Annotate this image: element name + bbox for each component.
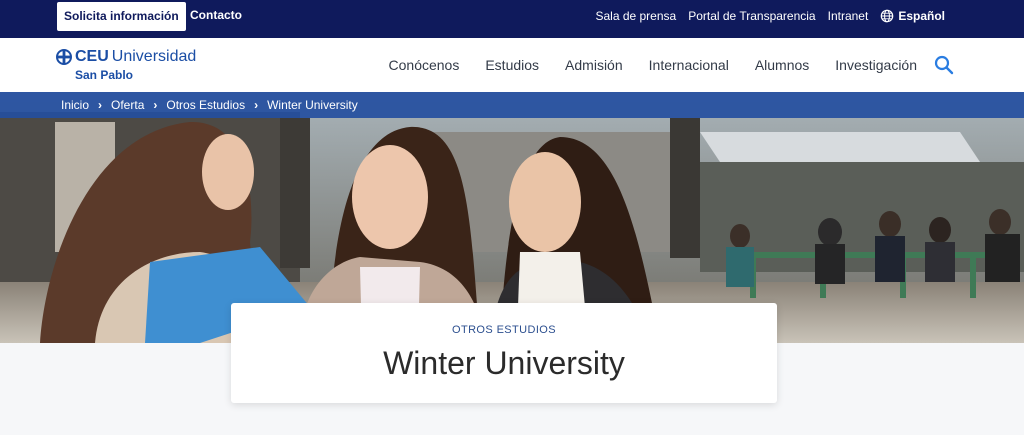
language-selector[interactable]: Español — [880, 9, 945, 23]
ceu-emblem-icon — [56, 49, 72, 65]
chevron-right-icon: › — [98, 98, 103, 112]
chevron-right-icon: › — [153, 98, 158, 112]
breadcrumb-inicio[interactable]: Inicio — [61, 98, 89, 112]
top-right-links: Sala de prensa Portal de Transparencia I… — [595, 0, 945, 31]
logo-wordmark: CEU Universidad — [56, 48, 196, 66]
breadcrumb: Inicio › Oferta › Otros Estudios › Winte… — [0, 92, 1024, 118]
nav-item-investigacion[interactable]: Investigación — [835, 57, 917, 73]
nav-item-admision[interactable]: Admisión — [565, 57, 623, 73]
page-eyebrow: OTROS ESTUDIOS — [452, 324, 556, 336]
breadcrumb-current: Winter University — [267, 98, 358, 112]
main-nav: Conócenos Estudios Admisión Internaciona… — [389, 38, 917, 92]
breadcrumb-otros-estudios[interactable]: Otros Estudios — [166, 98, 245, 112]
search-button[interactable] — [934, 55, 954, 75]
solicita-informacion-button[interactable]: Solicita información — [57, 2, 186, 31]
portal-transparencia-link[interactable]: Portal de Transparencia — [688, 9, 815, 23]
page-title: Winter University — [383, 345, 625, 381]
intranet-link[interactable]: Intranet — [828, 9, 869, 23]
logo-universidad-text: Universidad — [111, 48, 197, 65]
globe-icon — [881, 9, 894, 22]
language-label: Español — [898, 8, 945, 23]
contacto-link[interactable]: Contacto — [190, 0, 242, 31]
chevron-right-icon: › — [254, 98, 259, 112]
breadcrumb-oferta[interactable]: Oferta — [111, 98, 144, 112]
nav-item-estudios[interactable]: Estudios — [485, 57, 539, 73]
page-title-card: OTROS ESTUDIOS Winter University — [231, 303, 777, 403]
main-header: CEU Universidad San Pablo Conócenos Estu… — [0, 38, 1024, 92]
nav-item-internacional[interactable]: Internacional — [649, 57, 729, 73]
sala-de-prensa-link[interactable]: Sala de prensa — [595, 9, 676, 23]
logo-ceu-text: CEU — [75, 48, 109, 65]
nav-item-alumnos[interactable]: Alumnos — [755, 57, 809, 73]
logo-san-pablo-text: San Pablo — [75, 68, 134, 82]
university-logo[interactable]: CEU Universidad San Pablo — [56, 48, 206, 84]
nav-item-conocenos[interactable]: Conócenos — [389, 57, 460, 73]
search-icon — [934, 55, 954, 75]
top-utility-bar: Solicita información Contacto Sala de pr… — [0, 0, 1024, 38]
